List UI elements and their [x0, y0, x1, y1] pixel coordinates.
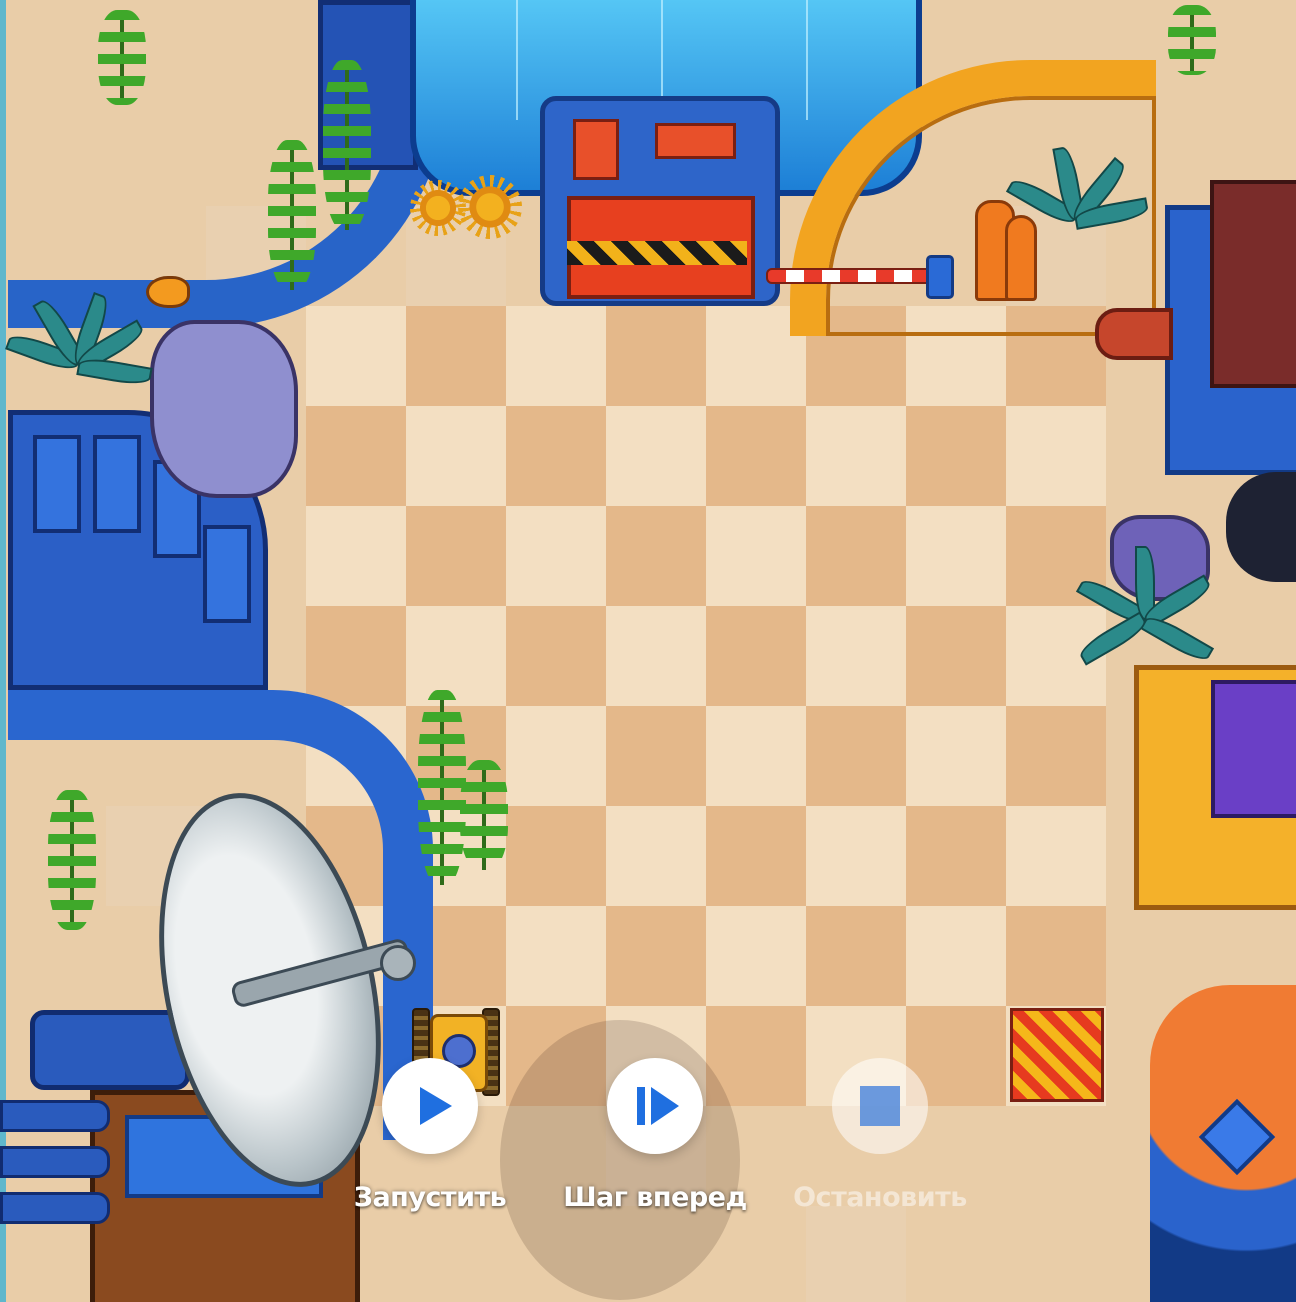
board-cell [1006, 706, 1106, 806]
stop-icon [860, 1086, 900, 1126]
board-cell [806, 606, 906, 706]
board-cell [406, 406, 506, 506]
cable-pipe [0, 1192, 110, 1224]
dome-pane [516, 0, 518, 120]
purple-panel [1211, 680, 1296, 818]
board-cell [606, 606, 706, 706]
board-cell [906, 406, 1006, 506]
run-label: Запустить [353, 1182, 507, 1213]
goal-tile [1010, 1008, 1104, 1102]
board-cell [606, 806, 706, 906]
board-cell [306, 606, 406, 706]
board-cell [506, 706, 606, 806]
board-cell [406, 306, 506, 406]
fish-icon [146, 276, 190, 308]
cable-pipe [0, 1100, 110, 1132]
board-cell [506, 906, 606, 1006]
step-forward-button[interactable] [607, 1058, 703, 1154]
board-cell [506, 806, 606, 906]
board-cell [506, 406, 606, 506]
dark-pipe [1226, 472, 1296, 582]
gear-tooth [203, 525, 251, 623]
board-cell [906, 606, 1006, 706]
board-cell [406, 606, 506, 706]
play-icon [420, 1087, 452, 1125]
right-building [1165, 180, 1296, 475]
game-scene: Запустить Шаг вперед Остановить [0, 0, 1296, 1302]
board-cell [806, 806, 906, 906]
board-cell [806, 406, 906, 506]
palm-plant [1075, 546, 1215, 666]
board-cell [306, 306, 406, 406]
step-forward-label: Шаг вперед [563, 1182, 747, 1213]
hazard-stripes [567, 241, 747, 265]
seaweed [1168, 5, 1216, 75]
round-tank [1150, 985, 1296, 1302]
garage-window [655, 123, 736, 159]
board-cell [406, 506, 506, 606]
red-pipe [1095, 308, 1173, 360]
seaweed [418, 690, 466, 885]
run-button[interactable] [382, 1058, 478, 1154]
gem-icon [1198, 1098, 1276, 1176]
dish-joint [30, 1010, 190, 1090]
board-cell [1006, 906, 1106, 1006]
rock [150, 320, 298, 498]
cable-pipe [0, 1146, 110, 1178]
barrier-gate [766, 268, 936, 284]
yellow-machine [1134, 665, 1296, 910]
board-cell [506, 306, 606, 406]
board-cell [506, 606, 606, 706]
palm-plant [1005, 145, 1150, 245]
step-forward-icon [637, 1087, 645, 1125]
garage-building [540, 96, 780, 306]
board-cell [906, 706, 1006, 806]
board-cell [606, 706, 706, 806]
board-cell [706, 806, 806, 906]
board-cell [906, 506, 1006, 606]
board-cell [606, 306, 706, 406]
palm-plant [5, 292, 153, 410]
seaweed [48, 790, 96, 930]
gear-tooth [33, 435, 81, 533]
garage-window [573, 119, 619, 180]
step-control: Шаг вперед [555, 1058, 755, 1228]
sea-urchin [458, 175, 522, 239]
seaweed [323, 60, 371, 230]
cable-pipes [0, 1100, 110, 1230]
board-cell [606, 906, 706, 1006]
seaweed [268, 140, 316, 290]
board-cell [706, 506, 806, 606]
coral [1005, 215, 1037, 301]
board-cell [706, 606, 806, 706]
board-cell [706, 406, 806, 506]
board-cell [906, 806, 1006, 906]
board-cell [506, 506, 606, 606]
board-cell [606, 506, 706, 606]
run-control: Запустить [330, 1058, 530, 1228]
stop-label: Остановить [793, 1182, 967, 1213]
board-cell [1006, 806, 1106, 906]
board-cell [706, 906, 806, 1006]
board-cell [906, 906, 1006, 1006]
gear-tooth [93, 435, 141, 533]
board-cell [306, 406, 406, 506]
dome-pane [806, 0, 808, 120]
board-cell [806, 706, 906, 806]
seaweed [98, 10, 146, 105]
building-roof [1210, 180, 1296, 388]
board-cell [806, 506, 906, 606]
board-cell [606, 406, 706, 506]
antenna-tip [380, 945, 416, 981]
barrier-post [926, 255, 954, 299]
board-cell [706, 706, 806, 806]
seaweed [460, 760, 508, 870]
stop-button[interactable] [832, 1058, 928, 1154]
stop-control: Остановить [780, 1058, 980, 1228]
board-cell [1006, 406, 1106, 506]
board-cell [806, 906, 906, 1006]
playback-controls: Запустить Шаг вперед Остановить [330, 1058, 1010, 1228]
board-cell [306, 506, 406, 606]
